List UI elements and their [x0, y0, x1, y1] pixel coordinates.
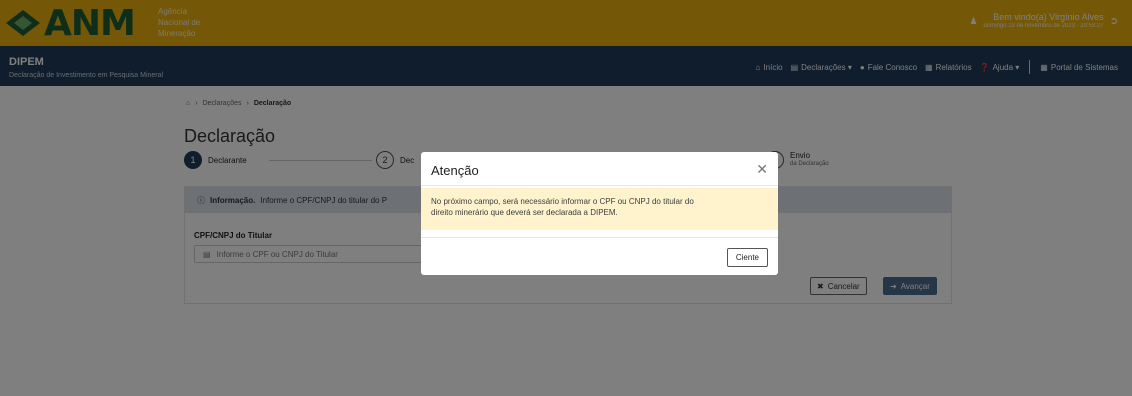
modal-message-line-1: No próximo campo, será necessário inform…: [431, 197, 694, 206]
modal-title: Atenção: [431, 163, 479, 178]
modal-header: Atenção ✕: [421, 152, 778, 186]
modal-message-line-2: direito minerário que deverá ser declara…: [431, 208, 618, 217]
modal-footer: Ciente: [421, 237, 778, 275]
ciente-button[interactable]: Ciente: [726, 248, 768, 267]
modal-warning-message: No próximo campo, será necessário inform…: [421, 188, 778, 230]
close-icon[interactable]: ✕: [756, 161, 768, 178]
attention-modal: Atenção ✕ No próximo campo, será necessá…: [421, 152, 778, 275]
